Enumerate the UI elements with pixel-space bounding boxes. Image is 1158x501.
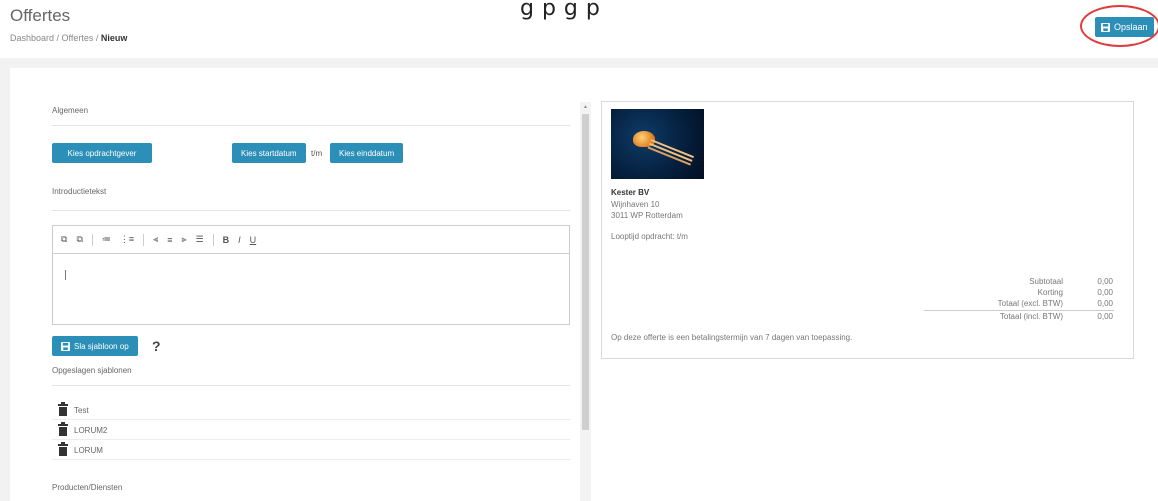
totals-row: Subtotaal 0,00 xyxy=(883,277,1113,286)
toolbar-separator xyxy=(91,233,93,246)
scrollbar-thumb[interactable] xyxy=(582,114,589,430)
paste-icon[interactable]: ⧉ xyxy=(61,234,67,245)
template-row: LORUM xyxy=(52,441,570,460)
trash-icon[interactable] xyxy=(58,442,68,456)
toolbar-separator xyxy=(143,233,145,246)
totals-row: Korting 0,00 xyxy=(883,288,1113,297)
quote-preview: Kester BV Wijnhaven 10 3011 WP Rotterdam… xyxy=(601,101,1134,359)
company-city: 3011 WP Rotterdam xyxy=(611,211,683,220)
contract-term: Looptijd opdracht: t/m xyxy=(611,232,688,241)
breadcrumb-current: Nieuw xyxy=(100,33,128,43)
company-street: Wijnhaven 10 xyxy=(611,200,660,209)
company-logo-image xyxy=(611,109,704,179)
choose-start-date-button[interactable]: Kies startdatum xyxy=(232,143,306,163)
totals-label: Totaal (excl. BTW) xyxy=(997,299,1063,308)
help-icon[interactable]: ? xyxy=(152,338,161,354)
align-left-icon[interactable]: ⫷ xyxy=(153,234,158,245)
align-justify-icon[interactable]: ☰ xyxy=(196,234,204,245)
form-scrollbar[interactable]: ▲ xyxy=(580,102,591,501)
highlight-circle xyxy=(1080,5,1158,47)
scroll-up-arrow-icon[interactable]: ▲ xyxy=(583,104,588,110)
totals-value: 0,00 xyxy=(1097,312,1113,321)
totals-row: Totaal (incl. BTW) 0,00 xyxy=(883,312,1113,321)
general-section-label: Algemeen xyxy=(52,106,89,115)
totals-value: 0,00 xyxy=(1097,299,1113,308)
totals-label: Totaal (incl. BTW) xyxy=(999,312,1063,321)
numbered-list-icon[interactable]: ≔ xyxy=(102,234,111,245)
save-template-button[interactable]: Sla sjabloon op xyxy=(52,336,138,356)
italic-button[interactable]: I xyxy=(238,235,241,245)
save-template-label: Sla sjabloon op xyxy=(74,341,129,351)
products-section-label: Producten/Diensten xyxy=(52,483,123,492)
breadcrumb-dashboard[interactable]: Dashboard xyxy=(10,33,54,43)
bullet-list-icon[interactable]: ⋮≡ xyxy=(120,234,134,245)
template-name[interactable]: Test xyxy=(74,406,89,415)
trash-icon[interactable] xyxy=(58,402,68,416)
editor-toolbar: ⧉ ⧉ ≔ ⋮≡ ⫷ ≡ ⫸ ☰ B I U xyxy=(53,226,569,254)
totals-label: Subtotaal xyxy=(1029,277,1063,286)
totals-label: Korting xyxy=(1037,288,1063,297)
totals-divider xyxy=(924,310,1114,311)
totals-value: 0,00 xyxy=(1097,277,1113,286)
align-center-icon[interactable]: ≡ xyxy=(167,235,172,245)
breadcrumb: Dashboard / Offertes / Nieuw xyxy=(10,33,128,43)
divider xyxy=(52,210,570,211)
template-name[interactable]: LORUM xyxy=(74,446,103,455)
bold-button[interactable]: B xyxy=(223,235,230,245)
toolbar-separator xyxy=(212,233,214,246)
template-row: LORUM2 xyxy=(52,421,570,440)
payment-terms: Op deze offerte is een betalingstermijn … xyxy=(611,333,853,342)
template-row: Test xyxy=(52,401,570,420)
totals-row: Totaal (excl. BTW) 0,00 xyxy=(883,299,1113,308)
template-name[interactable]: LORUM2 xyxy=(74,426,107,435)
intro-text-editor[interactable]: ⧉ ⧉ ≔ ⋮≡ ⫷ ≡ ⫸ ☰ B I U xyxy=(52,225,570,325)
text-caret xyxy=(65,270,66,280)
underline-button[interactable]: U xyxy=(250,235,257,245)
saved-templates-label: Opgeslagen sjablonen xyxy=(52,366,132,375)
align-right-icon[interactable]: ⫸ xyxy=(181,234,186,245)
choose-end-date-button[interactable]: Kies einddatum xyxy=(330,143,404,163)
date-range-separator: t/m xyxy=(311,149,323,158)
paste-text-icon[interactable]: ⧉ xyxy=(76,234,82,245)
divider xyxy=(52,125,570,126)
intro-text-label: Introductietekst xyxy=(52,187,107,196)
cropped-caption-text: g p g p xyxy=(520,0,601,21)
company-name: Kester BV xyxy=(611,188,650,197)
divider xyxy=(52,385,570,386)
totals-value: 0,00 xyxy=(1097,288,1113,297)
page-title: Offertes xyxy=(10,6,71,25)
floppy-icon xyxy=(61,341,70,351)
trash-icon[interactable] xyxy=(58,422,68,436)
breadcrumb-offertes[interactable]: Offertes xyxy=(62,33,94,43)
choose-client-button[interactable]: Kies opdrachtgever xyxy=(52,143,152,163)
